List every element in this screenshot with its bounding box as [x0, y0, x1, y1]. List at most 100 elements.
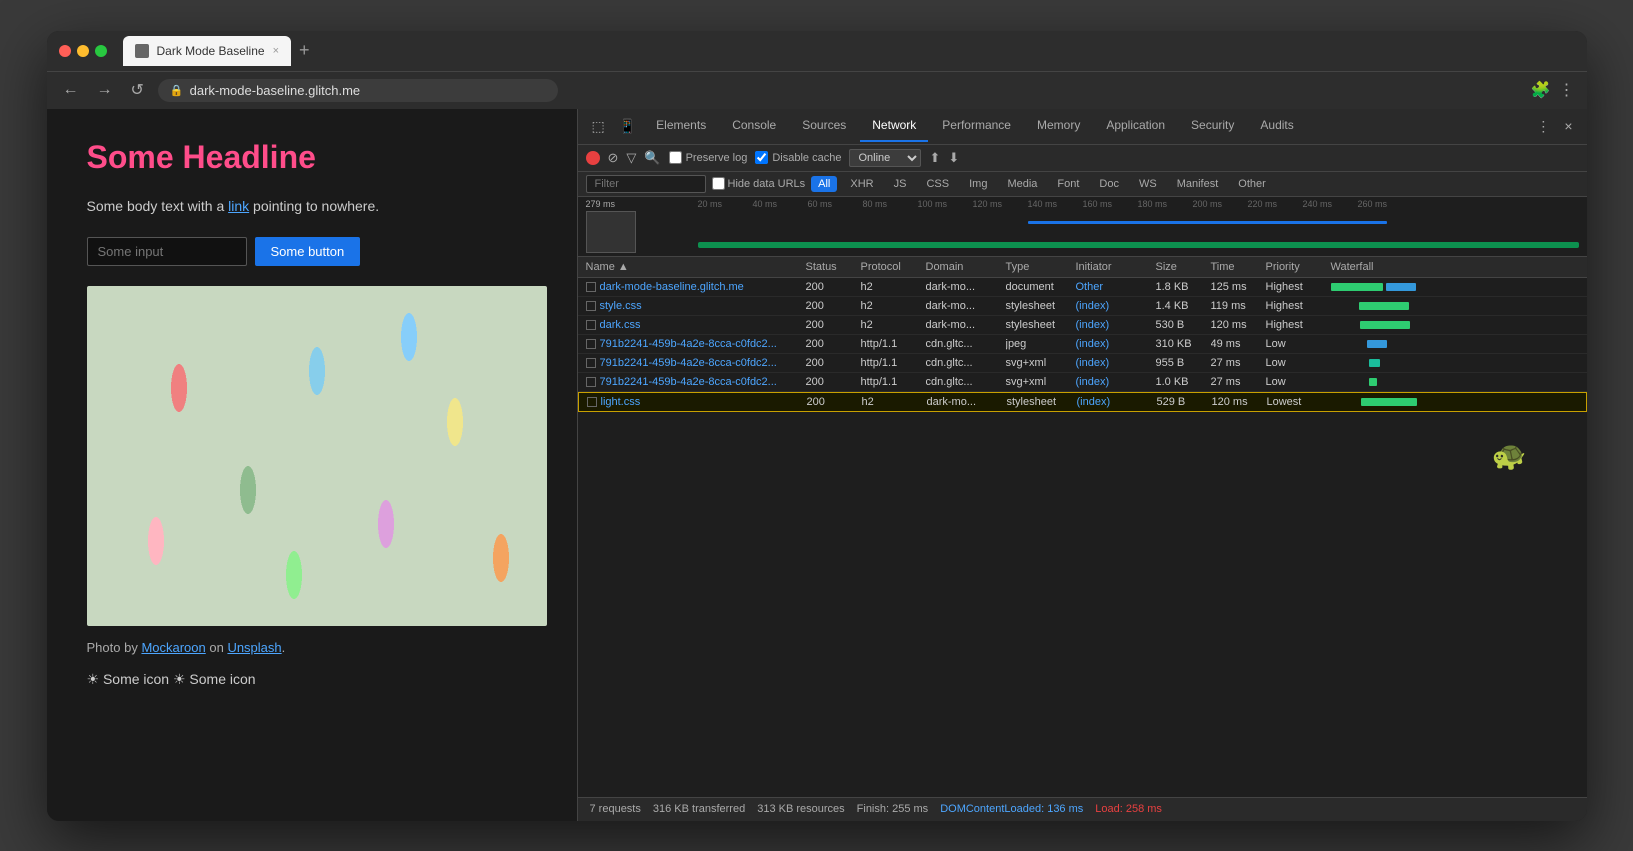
row-protocol: http/1.1: [861, 338, 926, 350]
close-traffic-light[interactable]: [59, 45, 71, 57]
preserve-log-checkbox[interactable]: Preserve log: [669, 151, 748, 164]
row-initiator[interactable]: Other: [1076, 281, 1156, 293]
header-status[interactable]: Status: [806, 261, 861, 273]
timeline-20ms: 20 ms: [698, 199, 723, 209]
row-protocol: h2: [861, 319, 926, 331]
export-icon[interactable]: ⬇: [948, 150, 959, 166]
row-icon: [586, 377, 596, 387]
row-icon: [586, 301, 596, 311]
row-waterfall: [1331, 376, 1579, 388]
search-icon[interactable]: 🔍: [644, 150, 660, 166]
new-tab-button[interactable]: +: [295, 40, 314, 61]
row-initiator[interactable]: (index): [1076, 319, 1156, 331]
minimize-traffic-light[interactable]: [77, 45, 89, 57]
body-text-after: pointing to nowhere.: [249, 198, 379, 214]
tab-performance[interactable]: Performance: [930, 110, 1023, 142]
header-priority[interactable]: Priority: [1266, 261, 1331, 273]
waterfall-bar: [1359, 302, 1409, 310]
inspect-icon[interactable]: ⬚: [586, 114, 611, 139]
row-protocol: http/1.1: [861, 357, 926, 369]
timeline-200ms: 200 ms: [1193, 199, 1223, 209]
tab-close-button[interactable]: ×: [273, 45, 279, 57]
more-tools-icon[interactable]: ⋮: [1530, 114, 1556, 139]
header-size[interactable]: Size: [1156, 261, 1211, 273]
url-bar[interactable]: 🔒 dark-mode-baseline.glitch.me: [158, 79, 558, 102]
table-row[interactable]: 791b2241-459b-4a2e-8cca-c0fdc2... 200 ht…: [578, 354, 1587, 373]
table-row[interactable]: 791b2241-459b-4a2e-8cca-c0fdc2... 200 ht…: [578, 335, 1587, 354]
filter-xhr[interactable]: XHR: [843, 176, 880, 192]
table-row[interactable]: style.css 200 h2 dark-mo... stylesheet (…: [578, 297, 1587, 316]
row-initiator[interactable]: (index): [1076, 300, 1156, 312]
devtools-subbar: ⊘ ▽ 🔍 Preserve log Disable cache Online …: [578, 145, 1587, 172]
table-row[interactable]: dark.css 200 h2 dark-mo... stylesheet (i…: [578, 316, 1587, 335]
tab-sources[interactable]: Sources: [790, 110, 858, 142]
reload-button[interactable]: ↺: [127, 78, 148, 102]
forward-button[interactable]: →: [93, 79, 117, 101]
device-icon[interactable]: 📱: [613, 114, 642, 139]
disable-cache-checkbox[interactable]: Disable cache: [755, 151, 841, 164]
table-row[interactable]: 791b2241-459b-4a2e-8cca-c0fdc2... 200 ht…: [578, 373, 1587, 392]
tab-audits[interactable]: Audits: [1248, 110, 1305, 142]
header-waterfall[interactable]: Waterfall: [1331, 261, 1579, 273]
timeline-blue-line: [1028, 221, 1387, 224]
row-initiator[interactable]: (index): [1076, 338, 1156, 350]
tab-network[interactable]: Network: [860, 110, 928, 142]
waterfall-bar: [1331, 283, 1383, 291]
row-time: 27 ms: [1211, 357, 1266, 369]
some-input[interactable]: [87, 237, 247, 266]
extensions-icon[interactable]: 🧩: [1531, 80, 1551, 100]
timeline-160ms: 160 ms: [1083, 199, 1113, 209]
row-status: 200: [806, 357, 861, 369]
devtools-panel: ⬚ 📱 Elements Console Sources Network Per…: [577, 109, 1587, 821]
icon-row-text: ☀ Some icon ☀ Some icon: [87, 671, 256, 688]
hide-data-urls-checkbox[interactable]: Hide data URLs: [712, 177, 806, 190]
traffic-lights: [59, 45, 107, 57]
filter-other[interactable]: Other: [1231, 176, 1273, 192]
back-button[interactable]: ←: [59, 79, 83, 101]
table-row[interactable]: dark-mode-baseline.glitch.me 200 h2 dark…: [578, 278, 1587, 297]
unsplash-link[interactable]: Unsplash: [227, 640, 281, 655]
browser-window: Dark Mode Baseline × + ← → ↺ 🔒 dark-mode…: [47, 31, 1587, 821]
row-initiator[interactable]: (index): [1077, 396, 1157, 408]
throttle-select[interactable]: Online Fast 3G Slow 3G Offline: [849, 149, 921, 167]
filter-js[interactable]: JS: [887, 176, 914, 192]
header-initiator[interactable]: Initiator: [1076, 261, 1156, 273]
header-protocol[interactable]: Protocol: [861, 261, 926, 273]
icon-row: ☀ Some icon ☀ Some icon: [87, 671, 537, 688]
tab-application[interactable]: Application: [1094, 110, 1177, 142]
row-domain: dark-mo...: [926, 319, 1006, 331]
filter-img[interactable]: Img: [962, 176, 994, 192]
filter-doc[interactable]: Doc: [1092, 176, 1126, 192]
row-initiator[interactable]: (index): [1076, 376, 1156, 388]
row-initiator[interactable]: (index): [1076, 357, 1156, 369]
filter-input[interactable]: [586, 175, 706, 193]
menu-icon[interactable]: ⋮: [1559, 80, 1575, 100]
filter-font[interactable]: Font: [1050, 176, 1086, 192]
filter-css[interactable]: CSS: [919, 176, 956, 192]
clear-icon[interactable]: ⊘: [608, 150, 619, 166]
filter-ws[interactable]: WS: [1132, 176, 1164, 192]
some-button[interactable]: Some button: [255, 237, 361, 266]
tab-security[interactable]: Security: [1179, 110, 1246, 142]
maximize-traffic-light[interactable]: [95, 45, 107, 57]
tab-console[interactable]: Console: [720, 110, 788, 142]
row-status: 200: [806, 300, 861, 312]
table-row-highlighted[interactable]: light.css 200 h2 dark-mo... stylesheet (…: [578, 392, 1587, 412]
header-time[interactable]: Time: [1211, 261, 1266, 273]
active-tab[interactable]: Dark Mode Baseline ×: [123, 36, 292, 66]
tab-memory[interactable]: Memory: [1025, 110, 1092, 142]
import-icon[interactable]: ⬆: [929, 150, 940, 166]
filter-media[interactable]: Media: [1000, 176, 1044, 192]
filter-icon[interactable]: ▽: [626, 150, 636, 166]
filter-all[interactable]: All: [811, 176, 837, 192]
devtools-close-icon[interactable]: ×: [1558, 114, 1578, 138]
header-name[interactable]: Name ▲: [586, 261, 806, 273]
header-domain[interactable]: Domain: [926, 261, 1006, 273]
filter-manifest[interactable]: Manifest: [1170, 176, 1226, 192]
tab-elements[interactable]: Elements: [644, 110, 718, 142]
record-button[interactable]: [586, 151, 600, 165]
header-type[interactable]: Type: [1006, 261, 1076, 273]
body-link[interactable]: link: [228, 198, 249, 214]
mockaroon-link[interactable]: Mockaroon: [141, 640, 205, 655]
row-domain: cdn.gltc...: [926, 357, 1006, 369]
